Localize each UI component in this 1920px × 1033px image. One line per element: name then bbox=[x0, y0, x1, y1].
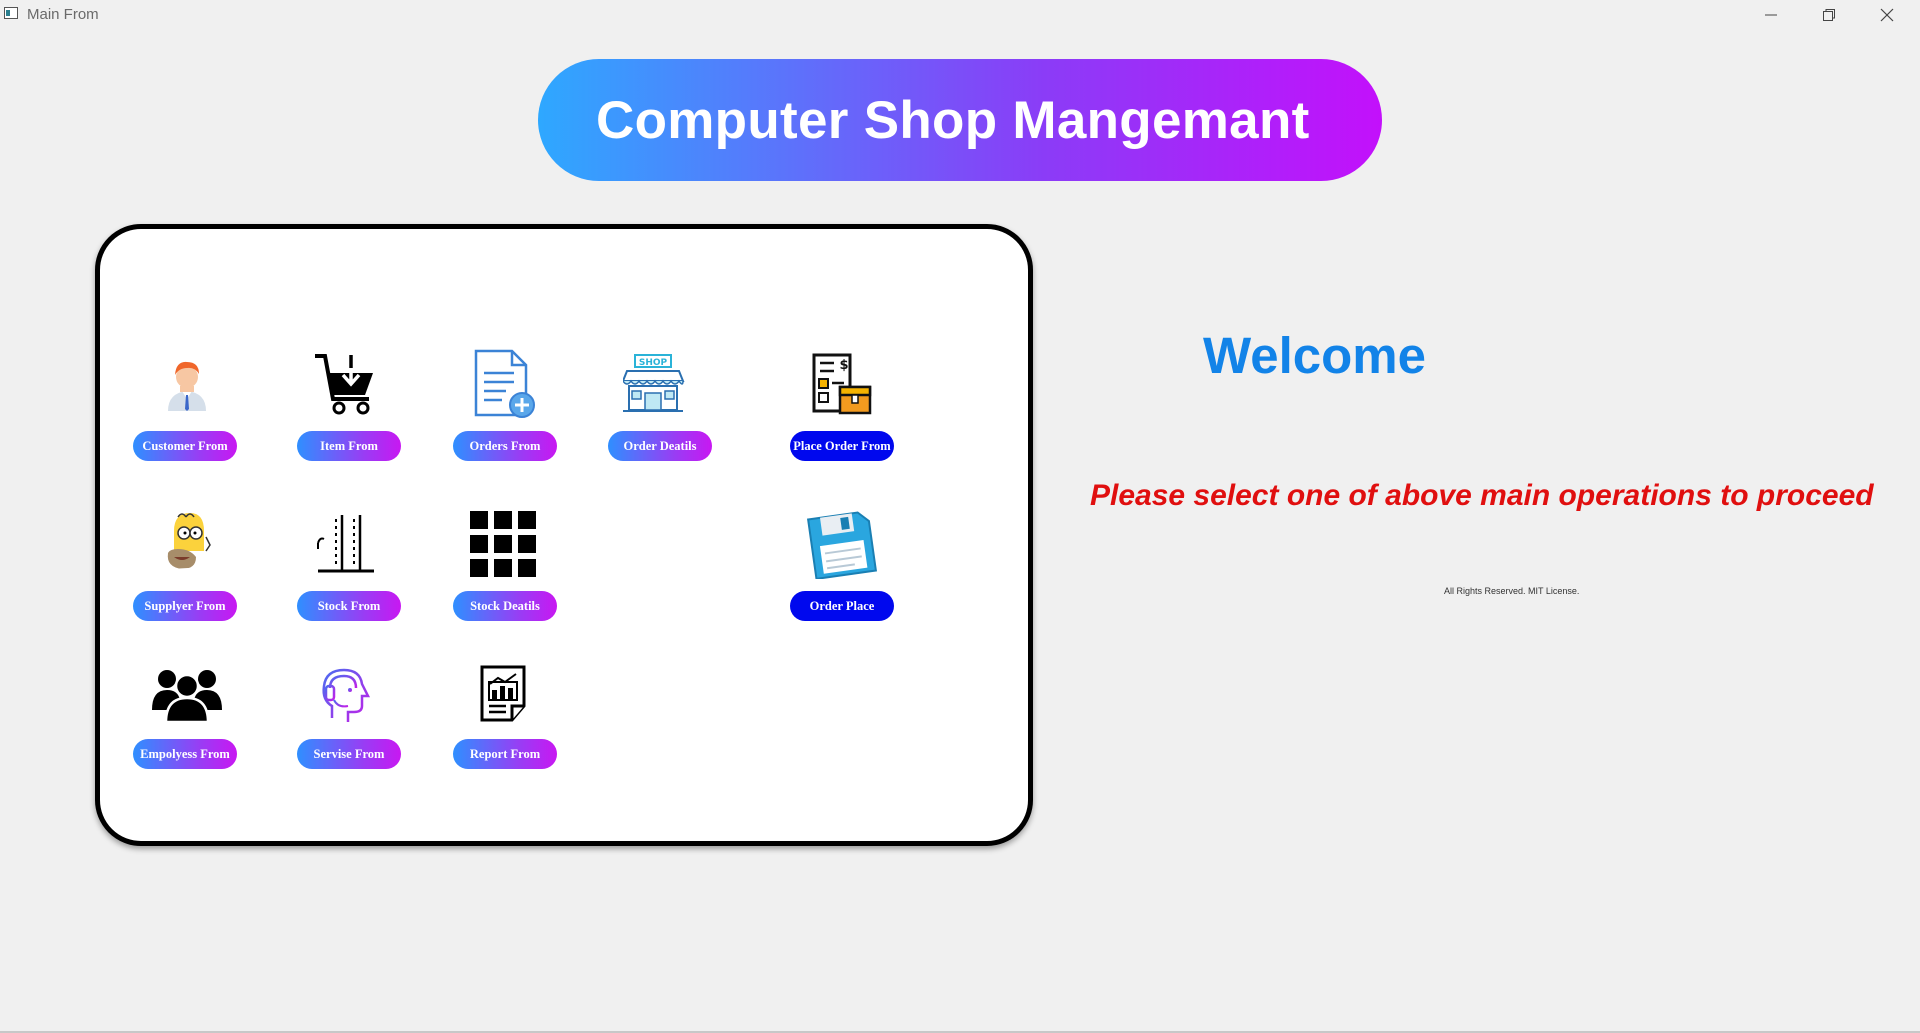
minimize-icon bbox=[1765, 14, 1777, 16]
cartoon-supplier-icon bbox=[167, 513, 211, 575]
instruction-text: Please select one of above main operatio… bbox=[1090, 479, 1874, 512]
restore-icon bbox=[1823, 9, 1835, 21]
item-form-button[interactable]: Item From bbox=[297, 431, 401, 461]
people-group-icon bbox=[152, 670, 222, 722]
stock-form-button[interactable]: Stock From bbox=[297, 591, 401, 621]
grid-icon bbox=[470, 511, 536, 577]
license-footer: All Rights Reserved. MIT License. bbox=[1444, 586, 1580, 596]
main-menu-panel: Customer From Item From Orders From SHOP… bbox=[95, 224, 1033, 846]
order-place-button[interactable]: Order Place bbox=[790, 591, 894, 621]
welcome-heading: Welcome bbox=[1203, 327, 1426, 384]
service-form-button[interactable]: Servise From bbox=[297, 739, 401, 769]
app-title-banner: Computer Shop Mangemant bbox=[538, 59, 1382, 181]
window-title: Main From bbox=[27, 6, 99, 23]
shopping-cart-icon bbox=[315, 354, 373, 415]
place-order-form-button[interactable]: Place Order From bbox=[790, 431, 894, 461]
minimize-button[interactable] bbox=[1742, 0, 1800, 30]
customer-form-button[interactable]: Customer From bbox=[133, 431, 237, 461]
orders-form-button[interactable]: Orders From bbox=[453, 431, 557, 461]
currency-sign-text: $ bbox=[839, 358, 848, 373]
report-form-button[interactable]: Report From bbox=[453, 739, 557, 769]
restore-button[interactable] bbox=[1800, 0, 1858, 30]
document-add-icon bbox=[474, 349, 535, 418]
stock-level-icon bbox=[317, 515, 374, 573]
close-button[interactable] bbox=[1858, 0, 1916, 30]
shop-sign-text: SHOP bbox=[639, 358, 668, 368]
invoice-box-icon: $ bbox=[812, 353, 872, 415]
stock-details-button[interactable]: Stock Deatils bbox=[453, 591, 557, 621]
app-window-icon bbox=[4, 7, 18, 19]
employees-form-button[interactable]: Empolyess From bbox=[133, 739, 237, 769]
window-title-bar: Main From bbox=[0, 0, 1920, 30]
customer-person-icon bbox=[168, 361, 206, 411]
report-chart-icon bbox=[480, 665, 526, 722]
supplier-form-button[interactable]: Supplyer From bbox=[133, 591, 237, 621]
floppy-disk-icon bbox=[806, 511, 878, 579]
order-details-button[interactable]: Order Deatils bbox=[608, 431, 712, 461]
headset-support-icon bbox=[319, 668, 371, 722]
shop-storefront-icon: SHOP bbox=[623, 354, 685, 412]
close-icon bbox=[1880, 8, 1894, 22]
